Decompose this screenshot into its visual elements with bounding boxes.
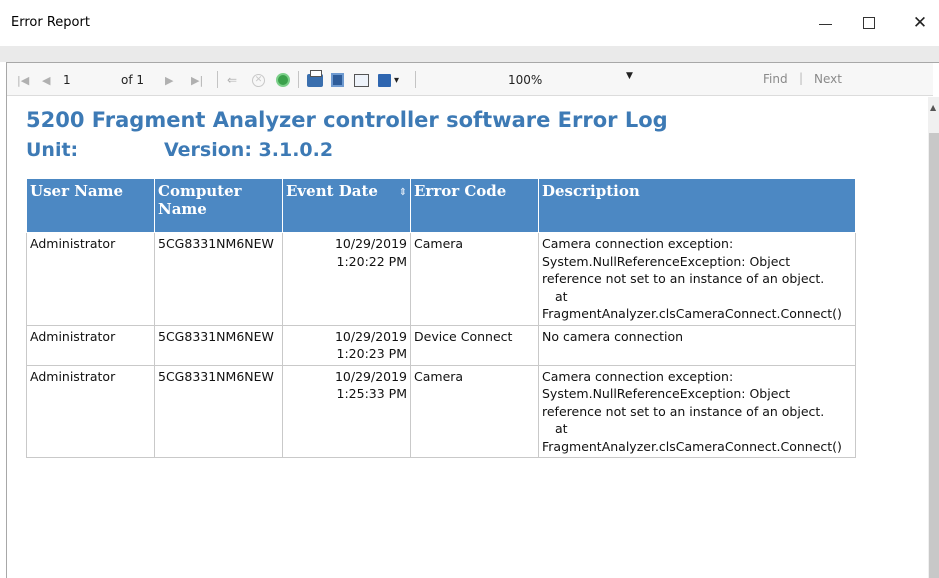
toolbar-separator [298,71,299,88]
maximize-icon [863,17,875,29]
scroll-up-icon[interactable]: ▲ [930,103,936,112]
event-date: 10/29/2019 [334,328,407,344]
stop-button[interactable]: ✕ [252,72,265,88]
column-header-description[interactable]: Description [538,178,856,233]
zoom-value: 100% [508,73,543,87]
prev-page-button[interactable]: ◀ [42,72,50,88]
next-page-button[interactable]: ▶ [165,72,173,88]
cell-event-date: 10/29/2019 1:20:22 PM [282,232,411,326]
cell-computer-name: 5CG8331NM6NEW [154,324,283,366]
sort-icon[interactable]: ⇕ [399,184,407,202]
title-bar: Error Report ✕ [0,0,939,46]
stop-icon: ✕ [252,73,265,87]
zoom-select[interactable]: 100% ▼ [504,70,674,90]
table-row: Administrator 5CG8331NM6NEW 10/29/2019 1:… [26,364,856,458]
refresh-icon [276,73,290,87]
column-header-error-code[interactable]: Error Code [410,178,539,233]
cell-error-code: Camera [410,364,539,458]
window-title: Error Report [11,15,90,30]
toolbar-separator [415,71,416,88]
page-setup-button[interactable] [354,72,369,88]
report-content: 5200 Fragment Analyzer controller softwa… [7,97,927,578]
cell-description: Camera connection exception: System.Null… [538,232,856,326]
column-header-user-name[interactable]: User Name [26,178,155,233]
unit-label: Unit: [26,139,79,161]
cell-description: Camera connection exception: System.Null… [538,364,856,458]
cell-error-code: Camera [410,232,539,326]
first-page-button[interactable]: |◀ [17,72,29,88]
print-layout-button[interactable] [331,72,344,88]
minimize-icon [818,23,832,25]
description-trace: FragmentAnalyzer.clsCameraConnect.Connec… [542,306,842,321]
scrollbar-thumb[interactable] [929,133,939,578]
column-header-computer-name[interactable]: Computer Name [154,178,283,233]
version-label: Version: 3.1.0.2 [164,139,334,161]
close-button[interactable]: ✕ [905,10,935,36]
report-viewer: |◀ ◀ 1 of 1 ▶ ▶| ⇐ ✕ ▾ 100% ▼ Find | Nex… [6,62,939,578]
table-header-row: User Name Computer Name ⇕ Event Date Erro… [26,178,856,233]
vertical-scrollbar[interactable]: ▲ [928,97,939,578]
back-button[interactable]: ⇐ [227,72,237,88]
save-icon [378,73,391,87]
export-button[interactable]: ▾ [378,72,399,88]
description-text: No camera connection [542,328,684,344]
print-button[interactable] [307,69,323,88]
minimize-button[interactable] [810,10,840,36]
page-count-label: of 1 [121,73,145,87]
page-setup-icon [354,73,369,87]
description-at: at [555,288,568,304]
cell-error-code: Device Connect [410,324,539,366]
column-header-event-date[interactable]: ⇕ Event Date [282,178,411,233]
event-date: 10/29/2019 [334,368,407,384]
description-text: Camera connection exception: System.Null… [542,368,825,419]
cell-user-name: Administrator [26,232,155,326]
cell-description: No camera connection [538,324,856,366]
event-time: 1:20:22 PM [336,253,407,269]
table-row: Administrator 5CG8331NM6NEW 10/29/2019 1:… [26,232,856,326]
find-link[interactable]: Find [763,72,788,86]
event-time: 1:20:23 PM [336,346,407,361]
maximize-button[interactable] [854,10,884,36]
cell-user-name: Administrator [26,324,155,366]
close-icon: ✕ [912,13,928,33]
print-layout-icon [331,73,344,87]
export-dropdown-icon: ▾ [394,74,400,86]
description-trace: FragmentAnalyzer.clsCameraConnect.Connec… [542,438,842,454]
toolbar-separator [217,71,218,88]
refresh-button[interactable] [276,72,290,88]
cell-computer-name: 5CG8331NM6NEW [154,364,283,458]
description-text: Camera connection exception: System.Null… [542,236,825,286]
chevron-down-icon: ▼ [626,71,633,81]
find-separator: | [799,71,804,85]
description-at: at [555,421,568,436]
report-toolbar: |◀ ◀ 1 of 1 ▶ ▶| ⇐ ✕ ▾ 100% ▼ Find | Nex… [7,63,933,96]
menu-strip [0,46,939,62]
report-title: 5200 Fragment Analyzer controller softwa… [26,108,668,132]
page-number-input[interactable]: 1 [63,72,71,88]
event-date-header-label: Event Date [286,182,378,200]
cell-event-date: 10/29/2019 1:25:33 PM [282,364,411,458]
cell-event-date: 10/29/2019 1:20:23 PM [282,324,411,366]
event-time: 1:25:33 PM [336,386,407,401]
print-icon [307,69,323,87]
find-next-link[interactable]: Next [814,72,842,86]
cell-computer-name: 5CG8331NM6NEW [154,232,283,326]
cell-user-name: Administrator [26,364,155,458]
table-row: Administrator 5CG8331NM6NEW 10/29/2019 1:… [26,324,856,366]
last-page-button[interactable]: ▶| [191,72,203,88]
event-date: 10/29/2019 [334,236,407,251]
error-log-table: User Name Computer Name ⇕ Event Date Erro… [26,178,856,458]
